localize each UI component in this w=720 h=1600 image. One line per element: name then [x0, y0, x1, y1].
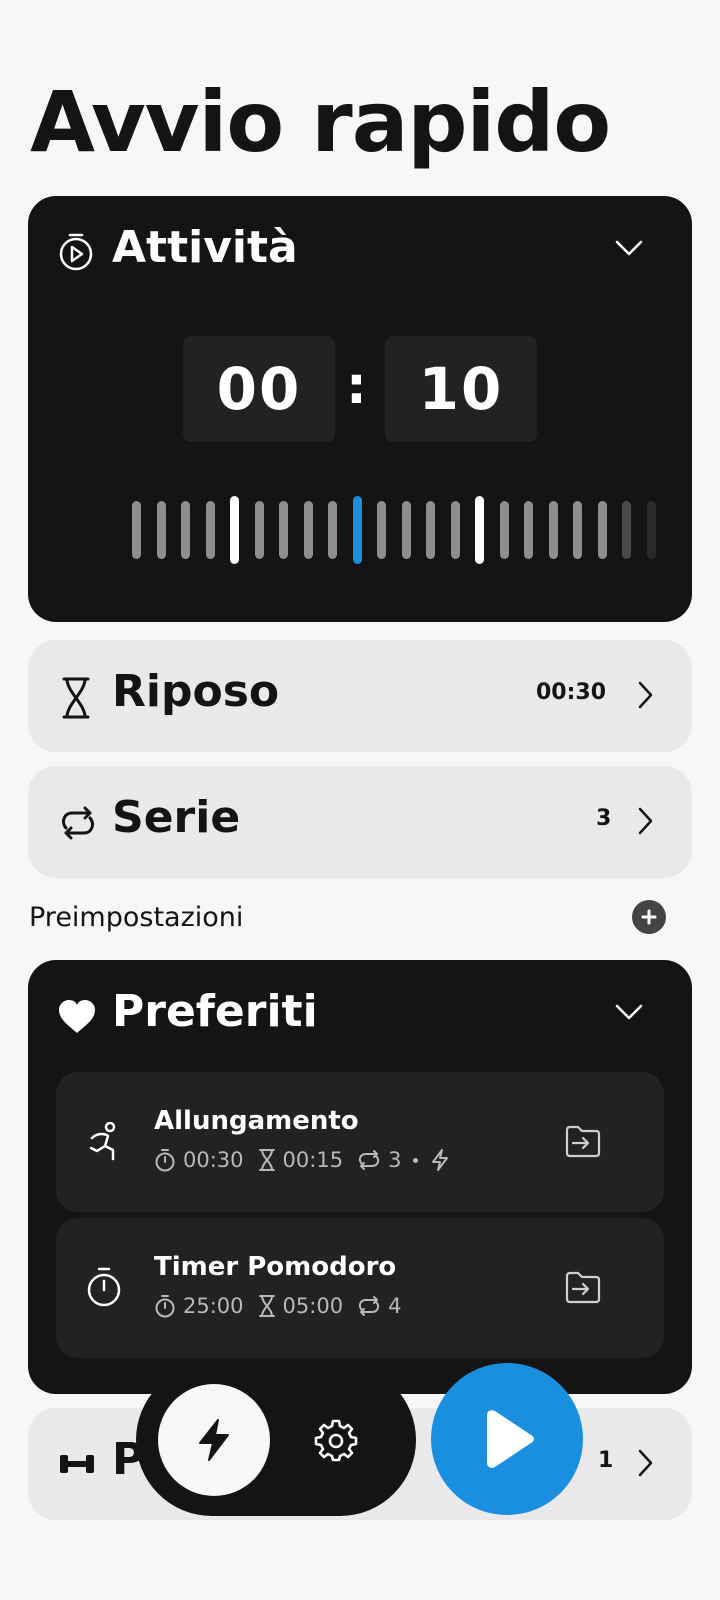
- rest-label: Riposo: [112, 666, 280, 717]
- heart-icon: [59, 1000, 95, 1033]
- presets-section-label: Preimpostazioni: [29, 902, 244, 933]
- favorites-label: Preferiti: [112, 986, 318, 1037]
- dial-tick: [230, 496, 239, 564]
- gear-icon[interactable]: [314, 1418, 358, 1462]
- folder-load-icon[interactable]: [564, 1270, 602, 1304]
- dial-tick: [548, 501, 558, 559]
- dial-tick: [205, 501, 215, 559]
- page-title: Avvio rapido: [30, 73, 611, 171]
- time-picker-dial[interactable]: [132, 496, 692, 564]
- lightning-icon: [199, 1419, 229, 1461]
- folder-load-icon[interactable]: [564, 1124, 602, 1158]
- preset-name: Timer Pomodoro: [154, 1252, 397, 1282]
- preset-work-time: 00:30: [183, 1148, 244, 1172]
- lightning-icon: [432, 1149, 449, 1171]
- dial-tick: [646, 501, 656, 559]
- rest-value: 00:30: [536, 680, 607, 705]
- dial-tick: [426, 501, 435, 559]
- activity-card: Attività 00 : 10: [28, 196, 692, 622]
- dial-tick: [254, 501, 264, 559]
- dial-tick: [622, 501, 631, 559]
- dial-tick: [279, 501, 288, 559]
- repeat-icon: [358, 1296, 380, 1316]
- chevron-right-icon: [638, 681, 653, 709]
- preset-rest-time: 05:00: [282, 1294, 344, 1318]
- dial-tick: [499, 501, 509, 559]
- dial-tick: [377, 501, 386, 559]
- sets-value: 3: [596, 806, 612, 831]
- timer-icon: [155, 1149, 175, 1172]
- bottom-nav: [136, 1364, 416, 1516]
- favorites-card: Preferiti Allungamento 00:30 00:15 3 Tim…: [28, 960, 692, 1394]
- dial-tick: [573, 501, 582, 559]
- chevron-down-icon[interactable]: [614, 1002, 644, 1022]
- preset-sets: 4: [388, 1294, 402, 1318]
- play-icon: [487, 1410, 534, 1468]
- dial-tick: [450, 501, 460, 559]
- stretching-icon: [89, 1122, 116, 1161]
- timer-icon: [155, 1295, 175, 1318]
- repeat-icon: [358, 1150, 380, 1170]
- sets-row[interactable]: Serie 3: [28, 766, 692, 878]
- dial-tick: [597, 501, 607, 559]
- chevron-down-icon[interactable]: [614, 238, 644, 258]
- add-preset-button[interactable]: [632, 900, 666, 934]
- separator-dot: [413, 1157, 419, 1163]
- preset-details: 25:00 05:00 4: [154, 1294, 415, 1318]
- time-separator: :: [346, 356, 367, 416]
- preset-rest-time: 00:15: [282, 1148, 344, 1172]
- dial-tick: [328, 501, 337, 559]
- hourglass-icon: [62, 677, 90, 719]
- dial-tick: [524, 501, 533, 559]
- quick-start-tab[interactable]: [158, 1384, 270, 1496]
- preset-work-time: 25:00: [183, 1294, 244, 1318]
- plus-icon: [641, 909, 657, 925]
- minutes-field[interactable]: 00: [183, 336, 335, 442]
- dial-tick: [132, 501, 141, 559]
- dumbbell-icon: [60, 1455, 94, 1473]
- dial-tick: [156, 501, 166, 559]
- sets-label: Serie: [112, 792, 241, 843]
- equipment-value: 1: [598, 1448, 614, 1473]
- preset-details: 00:30 00:15 3: [154, 1148, 450, 1172]
- hourglass-icon: [258, 1149, 275, 1171]
- play-button[interactable]: [431, 1363, 583, 1515]
- chevron-right-icon: [638, 807, 653, 835]
- preset-sets: 3: [388, 1148, 402, 1172]
- timer-play-icon: [59, 233, 93, 271]
- preset-item[interactable]: Allungamento 00:30 00:15 3: [56, 1072, 664, 1212]
- seconds-field[interactable]: 10: [385, 336, 537, 442]
- preset-item[interactable]: Timer Pomodoro 25:00 05:00 4: [56, 1218, 664, 1358]
- hourglass-icon: [258, 1295, 275, 1317]
- dial-tick: [401, 501, 411, 559]
- preset-name: Allungamento: [154, 1106, 359, 1136]
- stopwatch-icon: [87, 1267, 121, 1307]
- activity-label: Attività: [112, 222, 298, 273]
- dial-tick: [475, 496, 484, 564]
- rest-row[interactable]: Riposo 00:30: [28, 640, 692, 752]
- dial-tick: [181, 501, 190, 559]
- dial-tick: [352, 496, 362, 564]
- chevron-right-icon: [638, 1449, 653, 1477]
- repeat-icon: [62, 806, 94, 840]
- dial-tick: [303, 501, 313, 559]
